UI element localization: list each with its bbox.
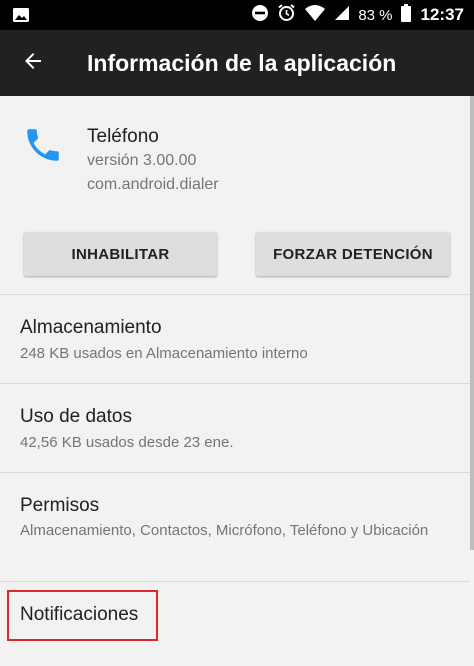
scrollbar[interactable] [470,96,474,550]
battery-icon [400,3,411,27]
battery-percent: 83 % [358,6,393,24]
image-icon [12,6,30,29]
force-stop-button[interactable]: FORZAR DETENCIÓN [256,232,450,276]
status-time: 12:37 [420,5,464,24]
back-button[interactable] [10,40,56,86]
alarm-icon [277,3,296,27]
wifi-icon [304,4,326,27]
app-header: Teléfono versión 3.00.00 com.android.dia… [0,96,470,216]
arrow-back-icon [21,49,45,78]
data-usage-title: Uso de datos [20,406,132,427]
page-title: Información de la aplicación [87,50,397,76]
data-usage-section[interactable]: Uso de datos 42,56 KB usados desde 23 en… [0,384,470,472]
permissions-section[interactable]: Permisos Almacenamiento, Contactos, Micr… [0,473,470,581]
do-not-disturb-icon [251,4,269,27]
highlight-box [7,590,158,641]
app-bar: Información de la aplicación [0,30,474,96]
storage-section[interactable]: Almacenamiento 248 KB usados en Almacena… [0,295,470,383]
phone-icon [22,124,64,171]
app-name: Teléfono [87,126,159,147]
app-package: com.android.dialer [87,176,219,193]
disable-button[interactable]: INHABILITAR [24,232,217,276]
permissions-title: Permisos [20,495,100,516]
storage-title: Almacenamiento [20,317,162,338]
status-bar: 83 % 12:37 [0,0,474,30]
signal-icon [334,5,350,26]
app-version: versión 3.00.00 [87,152,197,169]
data-usage-subtitle: 42,56 KB usados desde 23 ene. [20,434,234,451]
storage-subtitle: 248 KB usados en Almacenamiento interno [20,345,308,362]
permissions-subtitle: Almacenamiento, Contactos, Micrófono, Te… [20,522,429,539]
